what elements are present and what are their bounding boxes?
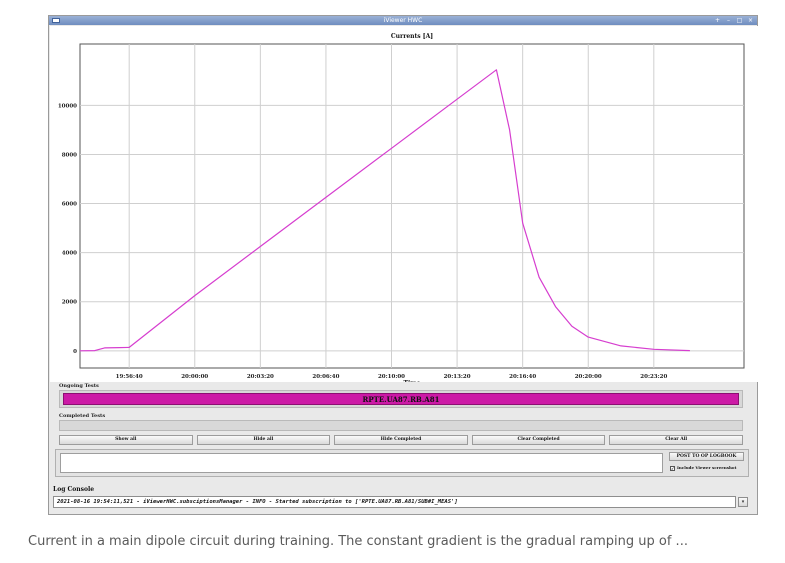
log-dropdown-arrow-icon[interactable]: ▾ (738, 497, 748, 507)
hide-completed-button[interactable]: Hide Completed (334, 435, 468, 445)
log-console-label: Log Console (53, 486, 95, 493)
x-tick-label: 20:23:20 (640, 374, 667, 380)
logbook-panel: POST TO OP LOGBOOK ✓ Include Viewer scree… (55, 449, 749, 477)
image-caption: Current in a main dipole circuit during … (28, 534, 688, 549)
current-chart: 19:56:40 20:00:00 20:03:20 20:06:40 20:10:00… (58, 33, 745, 382)
completed-tests-label: Completed Tests (59, 413, 106, 419)
test-buttons: Show all Hide all Hide Completed Clear C… (59, 435, 743, 445)
x-tick-label: 20:13:20 (444, 374, 471, 380)
maximize-icon[interactable]: □ (735, 17, 744, 24)
x-tick-label: 20:10:00 (378, 374, 405, 380)
minimize-icon[interactable]: – (724, 17, 733, 24)
clear-all-button[interactable]: Clear All (609, 435, 743, 445)
include-screenshot-option[interactable]: ✓ Include Viewer screenshot (670, 464, 748, 472)
title-bar: iViewer HWC + – □ × (49, 16, 757, 25)
plot-area (79, 43, 745, 369)
hide-all-button[interactable]: Hide all (196, 435, 331, 445)
completed-tests-list[interactable] (59, 420, 743, 431)
ongoing-test-item[interactable]: RPTE.UA87.RB.A81 (63, 393, 739, 405)
chart-title: Currents [A] (391, 33, 433, 40)
window-menu-icon[interactable] (52, 18, 60, 23)
y-tick-label: 8000 (62, 152, 77, 158)
post-logbook-button[interactable]: POST TO OP LOGBOOK (669, 452, 744, 461)
x-tick-label: 20:20:00 (575, 374, 602, 380)
x-tick-label: 19:56:40 (116, 374, 143, 380)
ongoing-tests-list: RPTE.UA87.RB.A81 (59, 390, 743, 408)
window-controls: + – □ × (713, 16, 755, 25)
x-tick-label: 20:00:00 (181, 374, 208, 380)
close-icon[interactable]: × (746, 17, 755, 24)
help-icon[interactable]: + (713, 17, 722, 24)
ongoing-tests-label: Ongoing Tests (59, 383, 99, 389)
y-tick-label: 6000 (62, 202, 77, 208)
logbook-comment-input[interactable] (60, 453, 663, 473)
x-tick-label: 20:03:20 (247, 374, 274, 380)
y-tick-label: 0 (73, 349, 77, 355)
log-console-line[interactable]: 2021-08-16 19:54:11,521 - iViewerHWC.sub… (53, 496, 736, 508)
x-tick-label: 20:16:40 (509, 374, 536, 380)
y-tick-label: 10000 (58, 103, 77, 109)
y-tick-label: 2000 (62, 300, 77, 306)
current-plot: 19:56:40 20:00:00 20:03:20 20:06:40 20:10:00… (50, 26, 758, 382)
viewer-window: iViewer HWC + – □ × 19:56:40 20:00:00 20:0… (48, 15, 758, 515)
clear-completed-button[interactable]: Clear Completed (471, 435, 606, 445)
x-axis-label: Time (404, 380, 421, 382)
include-screenshot-checkbox[interactable]: ✓ (670, 465, 675, 471)
show-all-button[interactable]: Show all (59, 435, 193, 445)
x-tick-label: 20:06:40 (312, 374, 339, 380)
window-title: iViewer HWC (383, 17, 423, 24)
include-screenshot-label: Include Viewer screenshot (677, 465, 737, 470)
y-tick-label: 4000 (62, 251, 77, 257)
